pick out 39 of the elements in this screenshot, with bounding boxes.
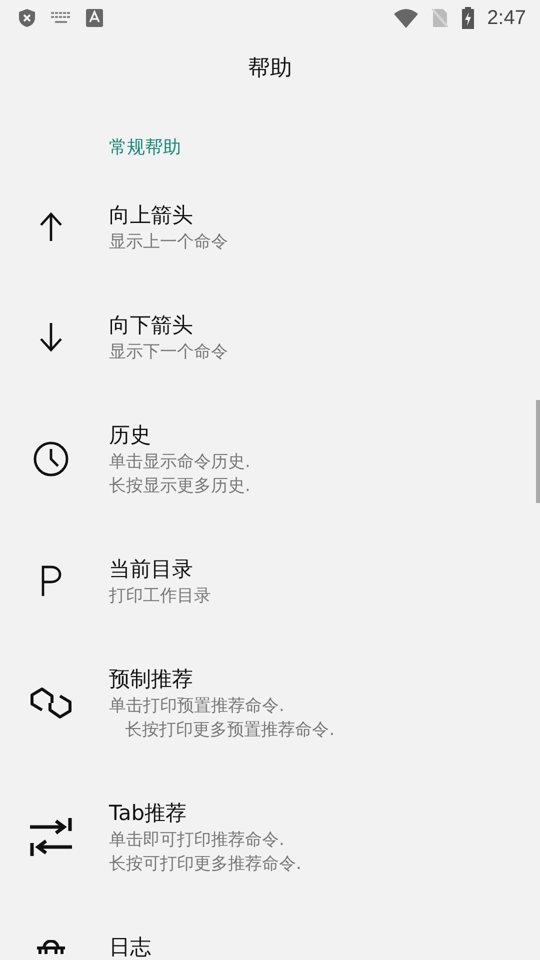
item-title: 历史 [109, 422, 151, 449]
wifi-icon [393, 8, 420, 28]
item-description: 打印工作目录 [109, 585, 211, 608]
p-icon [40, 565, 62, 597]
help-item[interactable]: Tab推荐 单击即可打印推荐命令. 长按可打印更多推荐命令. [0, 770, 540, 904]
item-description: 长按打印更多预置推荐命令. [124, 719, 335, 742]
help-item[interactable]: 预制推荐 单击打印预置推荐命令. 长按打印更多预置推荐命令. [0, 636, 540, 770]
item-description: 单击即可打印推荐命令. [109, 829, 284, 852]
item-title: 当前目录 [109, 556, 193, 583]
no-sim-icon [431, 8, 450, 28]
clock-icon [32, 441, 68, 477]
help-item[interactable]: 当前目录 打印工作目录 [0, 526, 540, 636]
clock-time: 2:47 [487, 6, 526, 30]
item-title: 向下箭头 [109, 312, 193, 339]
item-description: 显示下一个命令 [109, 341, 228, 364]
swap-arrows-icon [30, 817, 72, 857]
item-description: 长按可打印更多推荐命令. [109, 853, 302, 876]
item-title: 日志 [109, 934, 151, 960]
item-title: 向上箭头 [109, 202, 193, 229]
scrollbar[interactable] [536, 400, 540, 503]
help-item[interactable]: 向上箭头 显示上一个命令 [0, 172, 540, 282]
arrow-up-icon [38, 212, 62, 242]
page-title: 帮助 [248, 55, 292, 83]
item-description: 长按显示更多历史. [109, 475, 250, 498]
item-title: Tab推荐 [109, 800, 187, 827]
battery-charging-icon [461, 7, 476, 29]
item-description: 单击显示命令历史. [109, 451, 250, 474]
help-item[interactable]: 向下箭头 显示下一个命令 [0, 282, 540, 392]
keyboard-icon [50, 11, 72, 25]
item-description: 单击打印预置推荐命令. [109, 695, 284, 718]
link-icon [30, 686, 72, 720]
help-item[interactable]: 历史 单击显示命令历史. 长按显示更多历史. [0, 392, 540, 526]
font-box-icon [86, 9, 103, 27]
item-description: 显示上一个命令 [109, 231, 228, 254]
shield-icon [18, 8, 36, 28]
arrow-down-icon [38, 322, 62, 352]
section-header: 常规帮助 [109, 136, 181, 160]
help-item[interactable]: 日志 [0, 904, 540, 960]
item-title: 预制推荐 [109, 666, 193, 693]
